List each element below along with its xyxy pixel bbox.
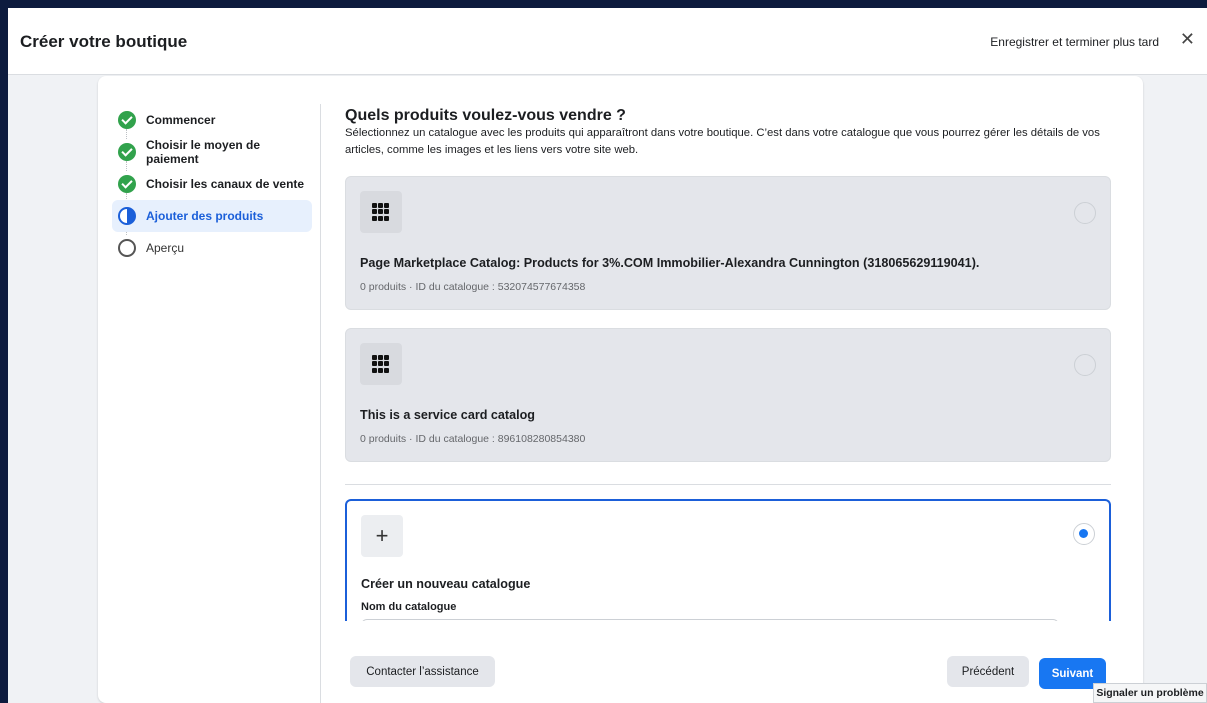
- step-add-products[interactable]: Ajouter des produits: [112, 200, 312, 232]
- check-circle-icon: [118, 111, 136, 129]
- new-catalog-title: Créer un nouveau catalogue: [361, 577, 531, 591]
- catalog-subtitle: 0 produits · ID du catalogue : 896108280…: [360, 433, 586, 445]
- step-preview[interactable]: Aperçu: [112, 232, 312, 264]
- step-label: Choisir le moyen de paiement: [146, 138, 261, 166]
- vertical-divider: [320, 104, 321, 703]
- section-description: Sélectionnez un catalogue avec les produ…: [345, 127, 1100, 156]
- grid-icon: [360, 191, 402, 233]
- step-payment[interactable]: Choisir le moyen de paiement: [112, 136, 312, 168]
- half-circle-icon: [118, 207, 136, 225]
- catalog-name-input[interactable]: [361, 619, 1059, 621]
- step-label: Choisir les canaux de vente: [146, 177, 305, 191]
- catalog-name-label: Nom du catalogue: [361, 601, 457, 613]
- new-catalog-radio[interactable]: [1073, 523, 1095, 545]
- setup-card: Commencer Choisir le moyen de paiement C…: [98, 76, 1143, 703]
- previous-button[interactable]: Précédent: [947, 656, 1029, 687]
- catalog-option[interactable]: Page Marketplace Catalog: Products for 3…: [345, 176, 1111, 310]
- plus-icon: +: [361, 515, 403, 557]
- catalog-radio[interactable]: [1074, 202, 1096, 224]
- shop-setup-window: Créer votre boutique Enregistrer et term…: [8, 8, 1207, 703]
- catalog-option[interactable]: This is a service card catalog 0 produit…: [345, 328, 1111, 462]
- save-and-finish-later-link[interactable]: Enregistrer et terminer plus tard: [990, 35, 1159, 49]
- catalog-title: Page Marketplace Catalog: Products for 3…: [360, 256, 980, 270]
- empty-circle-icon: [118, 239, 136, 257]
- contact-support-button[interactable]: Contacter l’assistance: [350, 656, 495, 687]
- catalog-subtitle: 0 produits · ID du catalogue : 532074577…: [360, 281, 586, 293]
- grid-icon: [360, 343, 402, 385]
- step-label: Commencer: [146, 113, 216, 127]
- report-problem-button[interactable]: Signaler un problème: [1093, 683, 1207, 703]
- main-content: Quels produits voulez-vous vendre ? Séle…: [345, 106, 1117, 621]
- step-label: Ajouter des produits: [146, 209, 264, 223]
- catalog-title: This is a service card catalog: [360, 408, 536, 422]
- step-label: Aperçu: [146, 241, 185, 255]
- steps-list: Commencer Choisir le moyen de paiement C…: [112, 104, 312, 264]
- horizontal-divider: [345, 484, 1111, 485]
- step-commencer[interactable]: Commencer: [112, 104, 312, 136]
- page-title: Créer votre boutique: [20, 32, 188, 51]
- check-circle-icon: [118, 175, 136, 193]
- section-heading: Quels produits voulez-vous vendre ?: [345, 107, 626, 124]
- close-icon[interactable]: ✕: [1180, 30, 1195, 48]
- step-sales-channels[interactable]: Choisir les canaux de vente: [112, 168, 312, 200]
- top-bar: Créer votre boutique Enregistrer et term…: [8, 8, 1207, 75]
- catalog-radio[interactable]: [1074, 354, 1096, 376]
- new-catalog-option[interactable]: + Créer un nouveau catalogue Nom du cata…: [345, 499, 1111, 621]
- check-circle-icon: [118, 143, 136, 161]
